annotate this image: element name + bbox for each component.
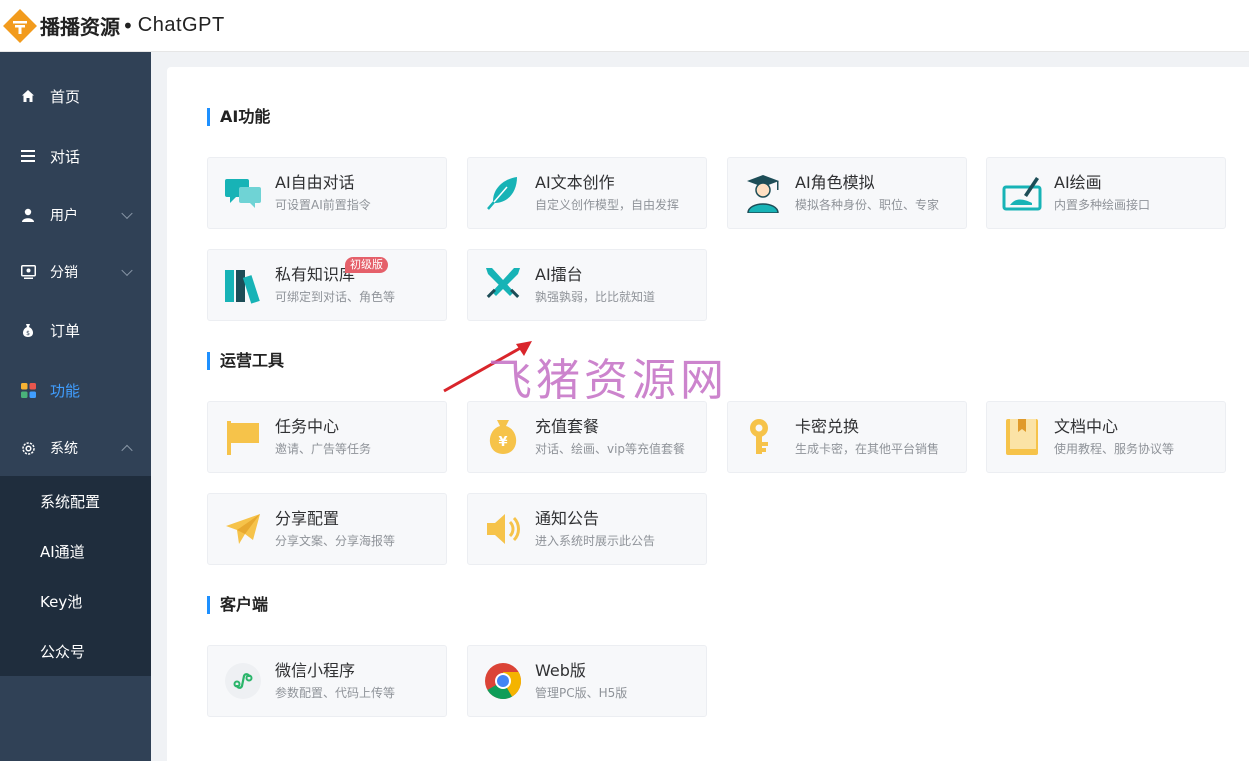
apps-icon (20, 382, 36, 398)
home-icon (20, 88, 36, 104)
sidebar-item-label: 订单 (50, 321, 81, 340)
card-description: 生成卡密，在其他平台销售 (795, 442, 940, 456)
brand-logo-icon (2, 8, 38, 44)
sidebar-item-features[interactable]: 功能 (0, 360, 151, 420)
card-title: 卡密兑换 (795, 417, 860, 436)
card-title: AI绘画 (1054, 173, 1102, 192)
submenu-item-system-config[interactable]: 系统配置 (0, 476, 151, 526)
section-title-client: 客户端 (207, 596, 268, 614)
graduate-icon (743, 173, 783, 213)
sidebar-item-label: 对话 (50, 147, 81, 166)
card-description: 可设置AI前置指令 (275, 198, 371, 212)
sidebar-item-system[interactable]: 系统 (0, 420, 151, 476)
card-ai-draw[interactable]: AI绘画 内置多种绘画接口 (986, 157, 1226, 229)
card-card-key[interactable]: 卡密兑换 生成卡密，在其他平台销售 (727, 401, 967, 473)
feather-icon (483, 173, 523, 213)
main-content: AI功能 AI自由对话 可设置AI前置指令 AI文本创作 自定义创作模型，自由发… (167, 67, 1249, 761)
card-description: 参数配置、代码上传等 (275, 686, 396, 700)
card-ai-write[interactable]: AI文本创作 自定义创作模型，自由发挥 (467, 157, 707, 229)
sidebar-item-label: 分销 (50, 265, 78, 281)
sidebar-item-label: 系统 (50, 441, 78, 457)
user-icon (20, 207, 36, 223)
card-description: 可绑定到对话、角色等 (275, 290, 396, 304)
card-web[interactable]: Web版 管理PC版、H5版 (467, 645, 707, 717)
chrome-icon (483, 661, 523, 701)
book-icon (1002, 417, 1042, 457)
svg-text:$: $ (26, 330, 30, 337)
books-icon (223, 265, 263, 305)
sidebar-item-orders[interactable]: $ 订单 (0, 300, 151, 360)
card-title: AI文本创作 (535, 173, 615, 192)
crossed-swords-icon (483, 265, 523, 305)
drawing-board-icon (1002, 173, 1042, 213)
chevron-down-icon (121, 207, 133, 220)
distribution-icon (20, 264, 36, 280)
card-ai-role[interactable]: AI角色模拟 模拟各种身份、职位、专家 (727, 157, 967, 229)
svg-text:¥: ¥ (498, 435, 507, 450)
card-description: 内置多种绘画接口 (1054, 198, 1151, 212)
card-description: 进入系统时展示此公告 (535, 534, 656, 548)
card-description: 自定义创作模型，自由发挥 (535, 198, 680, 212)
card-description: 使用教程、服务协议等 (1054, 442, 1175, 456)
mini-program-icon (223, 661, 263, 701)
card-docs[interactable]: 文档中心 使用教程、服务协议等 (986, 401, 1226, 473)
card-description: 邀请、广告等任务 (275, 442, 372, 456)
key-icon (743, 417, 783, 457)
sidebar-item-users[interactable]: 用户 (0, 186, 151, 244)
card-ai-arena[interactable]: AI擂台 孰强孰弱，比比就知道 (467, 249, 707, 321)
card-mini-program[interactable]: 微信小程序 参数配置、代码上传等 (207, 645, 447, 717)
sidebar-item-label: 首页 (50, 87, 81, 106)
list-icon (20, 148, 36, 164)
submenu-item-ai-channel[interactable]: AI通道 (0, 526, 151, 576)
card-recharge[interactable]: ¥ 充值套餐 对话、绘画、vip等充值套餐 (467, 401, 707, 473)
card-description: 管理PC版、H5版 (535, 686, 628, 700)
card-ai-chat[interactable]: AI自由对话 可设置AI前置指令 (207, 157, 447, 229)
card-title: 分享配置 (275, 509, 340, 528)
card-title: 通知公告 (535, 509, 600, 528)
settings-icon (20, 440, 36, 456)
speaker-icon (483, 509, 523, 549)
system-submenu: 系统配置 AI通道 Key池 公众号 (0, 476, 151, 676)
card-title: AI擂台 (535, 265, 583, 284)
sidebar-item-label: 功能 (50, 381, 81, 400)
card-title: 任务中心 (275, 417, 340, 436)
card-description: 对话、绘画、vip等充值套餐 (535, 442, 686, 456)
card-description: 孰强孰弱，比比就知道 (535, 290, 656, 304)
sidebar-item-distribution[interactable]: 分销 (0, 244, 151, 300)
flag-icon (223, 417, 263, 457)
card-notice[interactable]: 通知公告 进入系统时展示此公告 (467, 493, 707, 565)
card-knowledge-base[interactable]: 私有知识库 可绑定到对话、角色等 初级版 (207, 249, 447, 321)
section-title-ai: AI功能 (207, 108, 270, 126)
money-bag-icon: $ (20, 322, 36, 338)
card-task-center[interactable]: 任务中心 邀请、广告等任务 (207, 401, 447, 473)
app-title: ChatGPT (137, 14, 225, 36)
submenu-item-official-account[interactable]: 公众号 (0, 626, 151, 676)
card-title: AI自由对话 (275, 173, 355, 192)
sidebar-item-label: 用户 (50, 208, 78, 224)
paper-plane-icon (223, 509, 263, 549)
watermark-text: 飞猪资源网 (488, 355, 728, 406)
card-title: Web版 (535, 661, 586, 680)
card-description: 分享文案、分享海报等 (275, 534, 396, 548)
top-header: 播播资源 • ChatGPT (0, 0, 1249, 52)
submenu-item-key-pool[interactable]: Key池 (0, 576, 151, 626)
card-title: AI角色模拟 (795, 173, 875, 192)
sidebar: 首页 对话 用户 分销 $ 订单 功能 系统 系统配置 AI通道 Key池 公众… (0, 52, 151, 761)
card-title: 充值套餐 (535, 417, 600, 436)
version-badge: 初级版 (345, 257, 388, 273)
card-title: 微信小程序 (275, 661, 356, 680)
section-title-ops: 运营工具 (207, 352, 284, 370)
card-title: 文档中心 (1054, 417, 1119, 436)
chevron-down-icon (121, 264, 133, 277)
sidebar-item-chat[interactable]: 对话 (0, 126, 151, 186)
card-description: 模拟各种身份、职位、专家 (795, 198, 940, 212)
brand-name: 播播资源 (40, 15, 120, 39)
yen-bag-icon: ¥ (483, 417, 523, 457)
card-share-config[interactable]: 分享配置 分享文案、分享海报等 (207, 493, 447, 565)
chat-bubbles-icon (223, 173, 263, 213)
brand-separator: • (122, 13, 134, 38)
chevron-up-icon (121, 444, 133, 457)
